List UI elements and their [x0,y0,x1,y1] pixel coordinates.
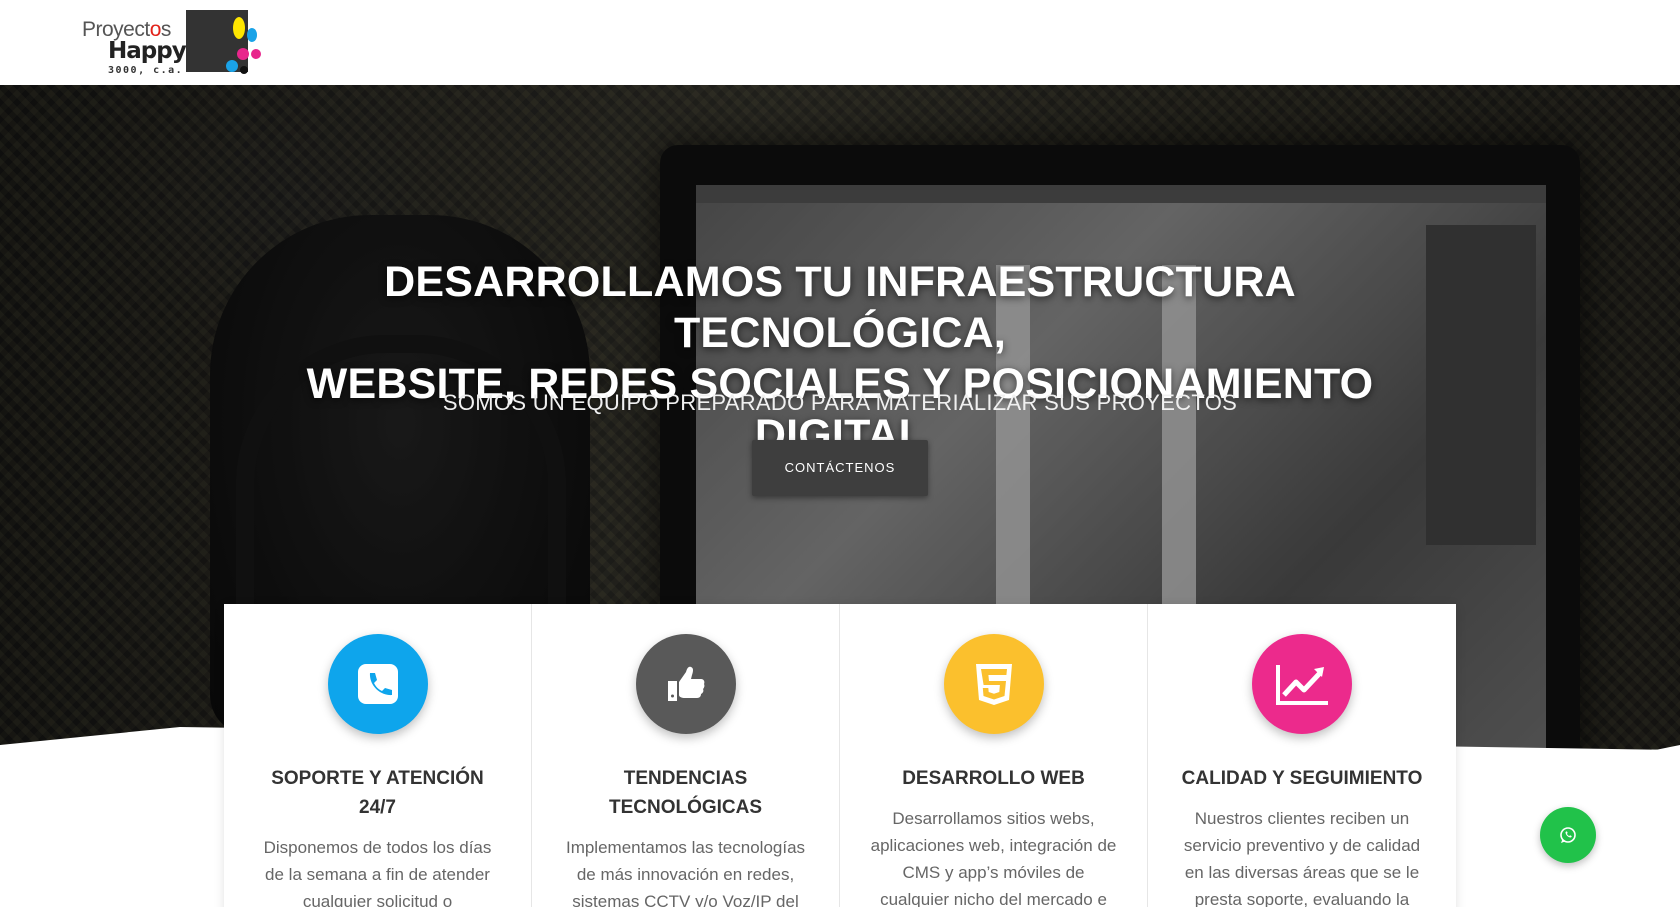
services-row: SOPORTE Y ATENCIÓN 24/7 Disponemos de to… [224,604,1456,907]
service-title: DESARROLLO WEB [902,768,1085,789]
whatsapp-button[interactable] [1540,807,1596,863]
service-card-web: DESARROLLO WEB Desarrollamos sitios webs… [840,604,1148,907]
whatsapp-icon [1560,827,1576,843]
hero-title: DESARROLLAMOS TU INFRAESTRUCTURA TECNOLÓ… [240,257,1440,461]
logo-mark-icon [186,10,261,74]
thumbs-up-glyph [667,666,704,701]
service-description: Desarrollamos sitios webs, aplicaciones … [870,809,1117,907]
service-card-quality: CALIDAD Y SEGUIMIENTO Nuestros clientes … [1148,604,1456,907]
hero-subtitle: SOMOS UN EQUIPO PREPARADO PARA MATERIALI… [442,390,1238,415]
hero-title-line-1: DESARROLLAMOS TU INFRAESTRUCTURA TECNOLÓ… [384,258,1296,357]
service-title: SOPORTE Y ATENCIÓN 24/7 [271,768,484,818]
line-chart-icon [1252,634,1352,734]
service-description: Implementamos las tecnologías de más inn… [565,838,806,907]
logo-text-company: 3000, c.a. [108,65,184,76]
site-header: Proyectos Happy 3000, c.a. [0,0,1680,85]
service-description: Nuestros clientes reciben un servicio pr… [1183,809,1421,907]
service-card-trends: TENDENCIAS TECNOLÓGICAS Implementamos la… [532,604,840,907]
service-description: Disponemos de todos los días de la seman… [263,838,492,907]
thumbs-up-icon [635,634,736,734]
logo-text-happy: Happy [108,38,187,64]
service-card-support: SOPORTE Y ATENCIÓN 24/7 Disponemos de to… [224,604,532,907]
html5-icon [943,634,1044,734]
phone-glyph [357,664,398,704]
contact-button[interactable]: CONTÁCTENOS [752,440,928,496]
page: Proyectos Happy 3000, c.a. DESARROLLAMOS… [0,0,1680,907]
html5-glyph [975,664,1012,705]
phone-icon [327,634,428,734]
logo[interactable]: Proyectos Happy 3000, c.a. [82,10,268,76]
service-title: TENDENCIAS TECNOLÓGICAS [608,768,763,818]
line-chart-glyph [1276,665,1328,705]
service-title: CALIDAD Y SEGUIMIENTO [1181,768,1423,789]
